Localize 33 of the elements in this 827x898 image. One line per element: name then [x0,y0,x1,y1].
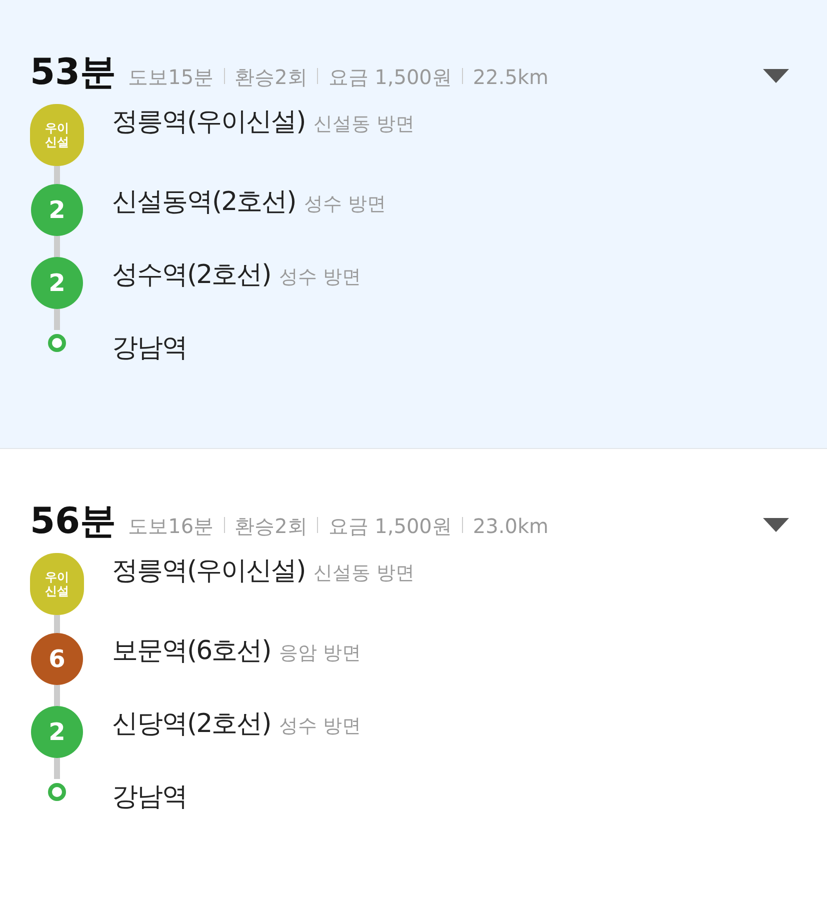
route-detail: 환승2회 [234,64,308,91]
direction-label: 응암 방면 [278,641,361,666]
station-name: 강남역 [112,332,187,365]
station-name: 정릉역(우이신설) [112,106,306,139]
route-duration: 56분 [30,500,116,544]
station-name: 보문역(6호선) [112,635,271,668]
direction-label: 성수 방면 [304,192,386,217]
station-name: 성수역(2호선) [112,259,271,292]
station-name: 정릉역(우이신설) [112,555,306,588]
direction-label: 성수 방면 [278,714,361,739]
line-badge: 2 [31,706,83,758]
line-badge: 우이신설 [30,104,84,166]
route-card[interactable]: 53분 도보15분 환승2회 요금 1,500원 22.5km 우이신설 정릉역(우이신설) 신설동 방면 2 신설동역(2호선) 성수 방면 2 성수역(2호선) 성수 방면 강남역 [0,0,827,449]
route-duration: 53분 [30,51,116,95]
station-name: 신설동역(2호선) [112,186,296,219]
line-badge: 2 [31,257,83,309]
route-detail: 요금 1,500원 [328,513,452,540]
route-detail: 23.0km [472,514,549,538]
route-detail: 도보15분 [128,64,214,91]
caret-icon[interactable] [763,518,789,532]
direction-label: 성수 방면 [278,265,361,290]
station-name: 강남역 [112,781,187,814]
station-name: 신당역(2호선) [112,708,271,741]
direction-label: 신설동 방면 [313,112,414,137]
line-badge: 우이신설 [30,553,84,615]
route-detail: 환승2회 [234,513,308,540]
route-detail: 22.5km [472,65,549,89]
caret-icon[interactable] [763,69,789,83]
route-detail: 도보16분 [128,513,214,540]
line-badge: 6 [31,633,83,685]
direction-label: 신설동 방면 [313,561,414,586]
route-detail: 요금 1,500원 [328,64,452,91]
line-badge: 2 [31,184,83,236]
